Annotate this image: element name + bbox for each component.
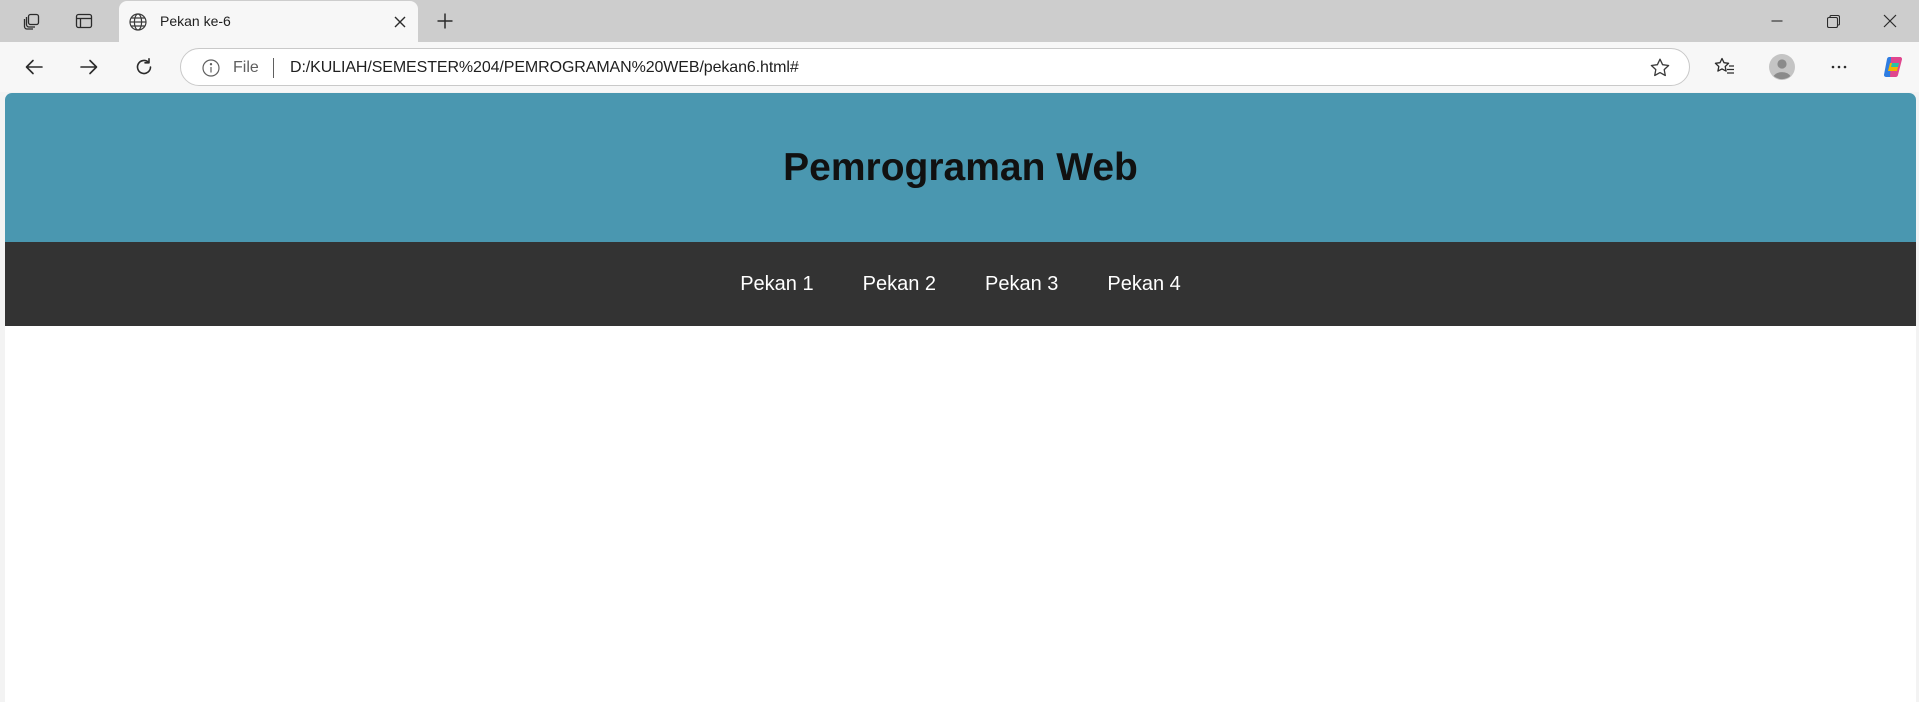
- browser-toolbar: File D:/KULIAH/SEMESTER%204/PEMROGRAMAN%…: [0, 42, 1919, 92]
- refresh-icon: [134, 57, 154, 77]
- copilot-icon: [1881, 54, 1907, 80]
- restore-button[interactable]: [1805, 0, 1861, 42]
- close-icon: [393, 15, 407, 29]
- workspaces-button[interactable]: [14, 6, 50, 36]
- nav-link-pekan-3[interactable]: Pekan 3: [961, 273, 1083, 296]
- favorites-button[interactable]: [1707, 50, 1743, 84]
- nav-link-pekan-2[interactable]: Pekan 2: [838, 273, 960, 296]
- profile-button[interactable]: [1764, 50, 1800, 84]
- tab-active[interactable]: Pekan ke-6: [119, 1, 418, 42]
- globe-icon: [128, 12, 148, 32]
- more-icon: [1829, 57, 1849, 77]
- workspaces-icon: [22, 11, 42, 31]
- address-scheme-label: File: [233, 59, 259, 76]
- new-tab-button[interactable]: [429, 6, 461, 36]
- close-icon: [1883, 14, 1897, 28]
- info-icon[interactable]: [201, 58, 221, 78]
- back-button[interactable]: [16, 50, 52, 84]
- tab-title: Pekan ke-6: [160, 13, 231, 29]
- address-separator: [273, 58, 274, 78]
- address-url[interactable]: D:/KULIAH/SEMESTER%204/PEMROGRAMAN%20WEB…: [290, 59, 799, 77]
- page-title: Pemrograman Web: [783, 145, 1138, 189]
- forward-arrow-icon: [79, 57, 99, 77]
- tab-close-button[interactable]: [388, 10, 412, 34]
- page-viewport: Pemrograman Web Pekan 1 Pekan 2 Pekan 3 …: [5, 93, 1916, 702]
- minimize-icon: [1771, 15, 1783, 27]
- star-icon: [1649, 57, 1671, 79]
- nav-link-pekan-1[interactable]: Pekan 1: [716, 273, 838, 296]
- copilot-button[interactable]: [1876, 50, 1912, 84]
- site-nav: Pekan 1 Pekan 2 Pekan 3 Pekan 4: [5, 242, 1916, 326]
- nav-link-pekan-4[interactable]: Pekan 4: [1083, 273, 1205, 296]
- refresh-button[interactable]: [126, 50, 162, 84]
- address-bar[interactable]: File D:/KULIAH/SEMESTER%204/PEMROGRAMAN%…: [180, 48, 1690, 86]
- tab-actions-button[interactable]: [66, 6, 102, 36]
- tab-strip: Pekan ke-6: [0, 0, 1919, 42]
- minimize-button[interactable]: [1749, 0, 1805, 42]
- forward-button[interactable]: [71, 50, 107, 84]
- add-favorite-button[interactable]: [1649, 57, 1671, 79]
- more-button[interactable]: [1821, 50, 1857, 84]
- window-close-button[interactable]: [1862, 0, 1918, 42]
- plus-icon: [436, 12, 454, 30]
- favorites-icon: [1714, 56, 1736, 78]
- restore-icon: [1826, 14, 1840, 28]
- tab-actions-icon: [74, 11, 94, 31]
- avatar: [1769, 54, 1795, 80]
- back-arrow-icon: [24, 57, 44, 77]
- site-header: Pemrograman Web: [5, 93, 1916, 242]
